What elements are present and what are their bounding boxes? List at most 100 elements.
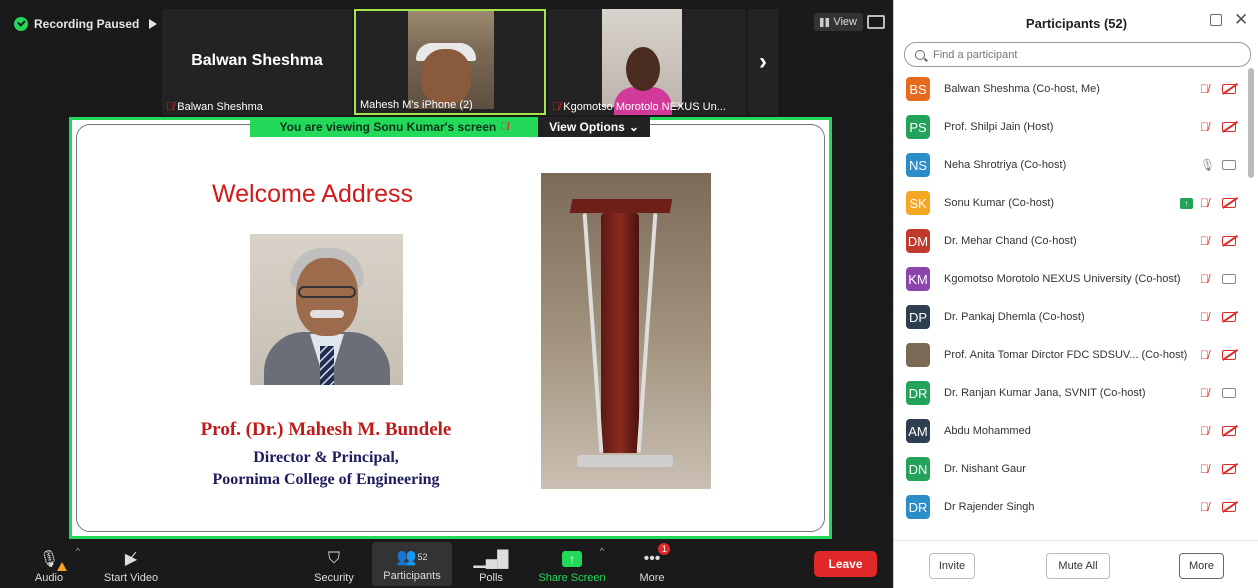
panel-more-button[interactable]: More	[1179, 553, 1224, 579]
participant-row[interactable]: KM Kgomotso Morotolo NEXUS University (Co…	[894, 260, 1249, 298]
camera-off-icon[interactable]	[1222, 198, 1236, 208]
mic-muted-icon[interactable]: 🎙̸	[1200, 500, 1209, 514]
camera-off-icon[interactable]	[1222, 350, 1236, 360]
mute-all-button[interactable]: Mute All	[1046, 553, 1110, 579]
mic-muted-icon[interactable]: 🎙̸	[1200, 424, 1209, 438]
mic-muted-icon[interactable]: 🎙̸	[1200, 310, 1209, 324]
minimize-video-icon[interactable]	[867, 15, 885, 29]
photo-mustache	[310, 310, 344, 318]
participant-name: Prof. Anita Tomar Dirctor FDC SDSUV... (…	[944, 349, 1188, 361]
participant-row[interactable]: Prof. Anita Tomar Dirctor FDC SDSUV... (…	[894, 336, 1249, 374]
recording-label: Recording Paused	[34, 17, 140, 31]
mic-muted-icon[interactable]: 🎙̸	[1200, 386, 1209, 400]
shield-check-icon	[14, 17, 28, 31]
security-button[interactable]: ⛉ Security	[306, 540, 362, 588]
next-page-chevron-icon[interactable]: ›	[748, 9, 778, 115]
mic-muted-icon[interactable]: 🎙̸	[1200, 348, 1209, 362]
avatar: DR	[906, 381, 930, 405]
start-video-button[interactable]: ▶̸ Start Video	[94, 540, 168, 588]
participant-name: Dr Rajender Singh	[944, 501, 1035, 513]
video-feed-face	[626, 47, 660, 91]
more-label: More	[639, 572, 665, 584]
participant-list: BS Balwan Sheshma (Co-host, Me) 🎙̸ PS Prof. …	[894, 70, 1249, 532]
share-screen-icon: ↑	[562, 549, 582, 569]
camera-off-icon[interactable]	[1222, 502, 1236, 512]
participant-row[interactable]: DM Dr. Mehar Chand (Co-host) 🎙̸	[894, 222, 1249, 260]
participant-name: Balwan Sheshma (Co-host, Me)	[944, 83, 1100, 95]
ellipsis-icon: ••• 1	[644, 543, 671, 569]
participant-row[interactable]: PS Prof. Shilpi Jain (Host) 🎙̸	[894, 108, 1249, 146]
audio-button[interactable]: 🎙 Audio ^	[22, 540, 80, 588]
audio-options-chevron-icon[interactable]: ^	[76, 546, 80, 556]
participant-name: Dr. Pankaj Dhemla (Co-host)	[944, 311, 1085, 323]
participant-row[interactable]: DR Dr Rajender Singh 🎙̸	[894, 488, 1249, 526]
participant-row[interactable]: NS Neha Shrotriya (Co-host) 🎙	[894, 146, 1249, 184]
participants-label: Participants	[383, 570, 441, 582]
leave-button[interactable]: Leave	[814, 551, 877, 577]
slide-speaker-role: Director & Principal,	[253, 449, 399, 466]
camera-off-icon[interactable]	[1222, 312, 1236, 322]
camera-off-icon[interactable]	[1222, 84, 1236, 94]
podium-top	[569, 199, 673, 213]
panel-title: Participants (52)	[1025, 16, 1128, 31]
participant-search[interactable]	[904, 42, 1251, 67]
viewing-banner: You are viewing Sonu Kumar's screen 🎙̸	[250, 117, 538, 137]
camera-off-icon[interactable]	[1222, 236, 1236, 246]
mic-icon[interactable]: 🎙	[1200, 158, 1215, 172]
photo-tie	[320, 346, 334, 385]
mic-muted-icon[interactable]: 🎙̸	[1200, 196, 1209, 210]
mic-muted-icon[interactable]: 🎙̸	[1200, 120, 1209, 134]
camera-icon[interactable]	[1222, 388, 1236, 398]
camera-off-icon[interactable]	[1222, 464, 1236, 474]
avatar: PS	[906, 115, 930, 139]
polls-button[interactable]: ▁▄█ Polls	[466, 540, 516, 588]
participant-name: Prof. Shilpi Jain (Host)	[944, 121, 1054, 133]
podium-base	[577, 455, 673, 467]
participant-name: Dr. Nishant Gaur	[944, 463, 1026, 475]
share-options-chevron-icon[interactable]: ^	[600, 546, 604, 556]
view-label: View	[833, 16, 857, 28]
share-label: Share Screen	[538, 572, 606, 584]
tile-name-tag: Mahesh M's iPhone (2)	[360, 99, 473, 111]
avatar: KM	[906, 267, 930, 291]
security-label: Security	[314, 572, 354, 584]
camera-off-icon[interactable]	[1222, 122, 1236, 132]
camera-icon[interactable]	[1222, 160, 1236, 170]
participant-row[interactable]: BS Balwan Sheshma (Co-host, Me) 🎙̸	[894, 70, 1249, 108]
camera-icon[interactable]	[1222, 274, 1236, 284]
tile-name-tag: 🎙̸ Kgomotso Morotolo NEXUS Un...	[552, 101, 726, 113]
video-tile[interactable]: 🎙̸ Kgomotso Morotolo NEXUS Un...	[548, 9, 746, 115]
participant-row[interactable]: DN Dr. Nishant Gaur 🎙̸	[894, 450, 1249, 488]
mic-muted-icon[interactable]: 🎙̸	[1200, 234, 1209, 248]
popout-icon[interactable]	[1210, 14, 1222, 26]
bar-chart-icon: ▁▄█	[473, 551, 509, 568]
participants-icon: 👥 52	[396, 549, 428, 566]
participant-list-scrollbar[interactable]	[1248, 68, 1254, 178]
search-input[interactable]	[933, 48, 1233, 61]
participant-name: Sonu Kumar (Co-host)	[944, 197, 1055, 209]
participants-button[interactable]: 👥 52 Participants	[372, 542, 452, 586]
podium-rail	[636, 213, 658, 453]
camera-off-icon[interactable]	[1222, 426, 1236, 436]
close-icon[interactable]: ✕	[1234, 10, 1248, 30]
video-tile[interactable]: Balwan Sheshma 🎙̸ Balwan Sheshma	[162, 9, 352, 115]
more-button[interactable]: ••• 1 More	[630, 540, 674, 588]
mic-muted-icon[interactable]: 🎙̸	[1200, 82, 1209, 96]
mic-muted-icon[interactable]: 🎙̸	[1200, 272, 1209, 286]
resume-recording-icon[interactable]	[149, 19, 158, 29]
mic-muted-icon[interactable]: 🎙̸	[1200, 462, 1209, 476]
view-options-button[interactable]: View Options ⌄	[538, 117, 650, 137]
video-tile-active-speaker[interactable]: Mahesh M's iPhone (2)	[354, 9, 546, 115]
participant-name: Abdu Mohammed	[944, 425, 1031, 437]
share-screen-button[interactable]: ↑ Share Screen ^	[532, 540, 612, 588]
tile-name-tag: 🎙̸ Balwan Sheshma	[166, 101, 263, 113]
participant-row[interactable]: DR Dr. Ranjan Kumar Jana, SVNIT (Co-host)…	[894, 374, 1249, 412]
participant-row[interactable]: SK Sonu Kumar (Co-host) ↑ 🎙̸	[894, 184, 1249, 222]
invite-button[interactable]: Invite	[929, 553, 975, 579]
meeting-area: Recording Paused View Balwan Sheshma 🎙̸ …	[0, 0, 893, 588]
participant-row[interactable]: AM Abdu Mohammed 🎙̸	[894, 412, 1249, 450]
video-off-icon: ▶̸	[124, 551, 138, 568]
participant-row[interactable]: DP Dr. Pankaj Dhemla (Co-host) 🎙̸	[894, 298, 1249, 336]
avatar: DM	[906, 229, 930, 253]
view-button[interactable]: View	[814, 13, 863, 31]
